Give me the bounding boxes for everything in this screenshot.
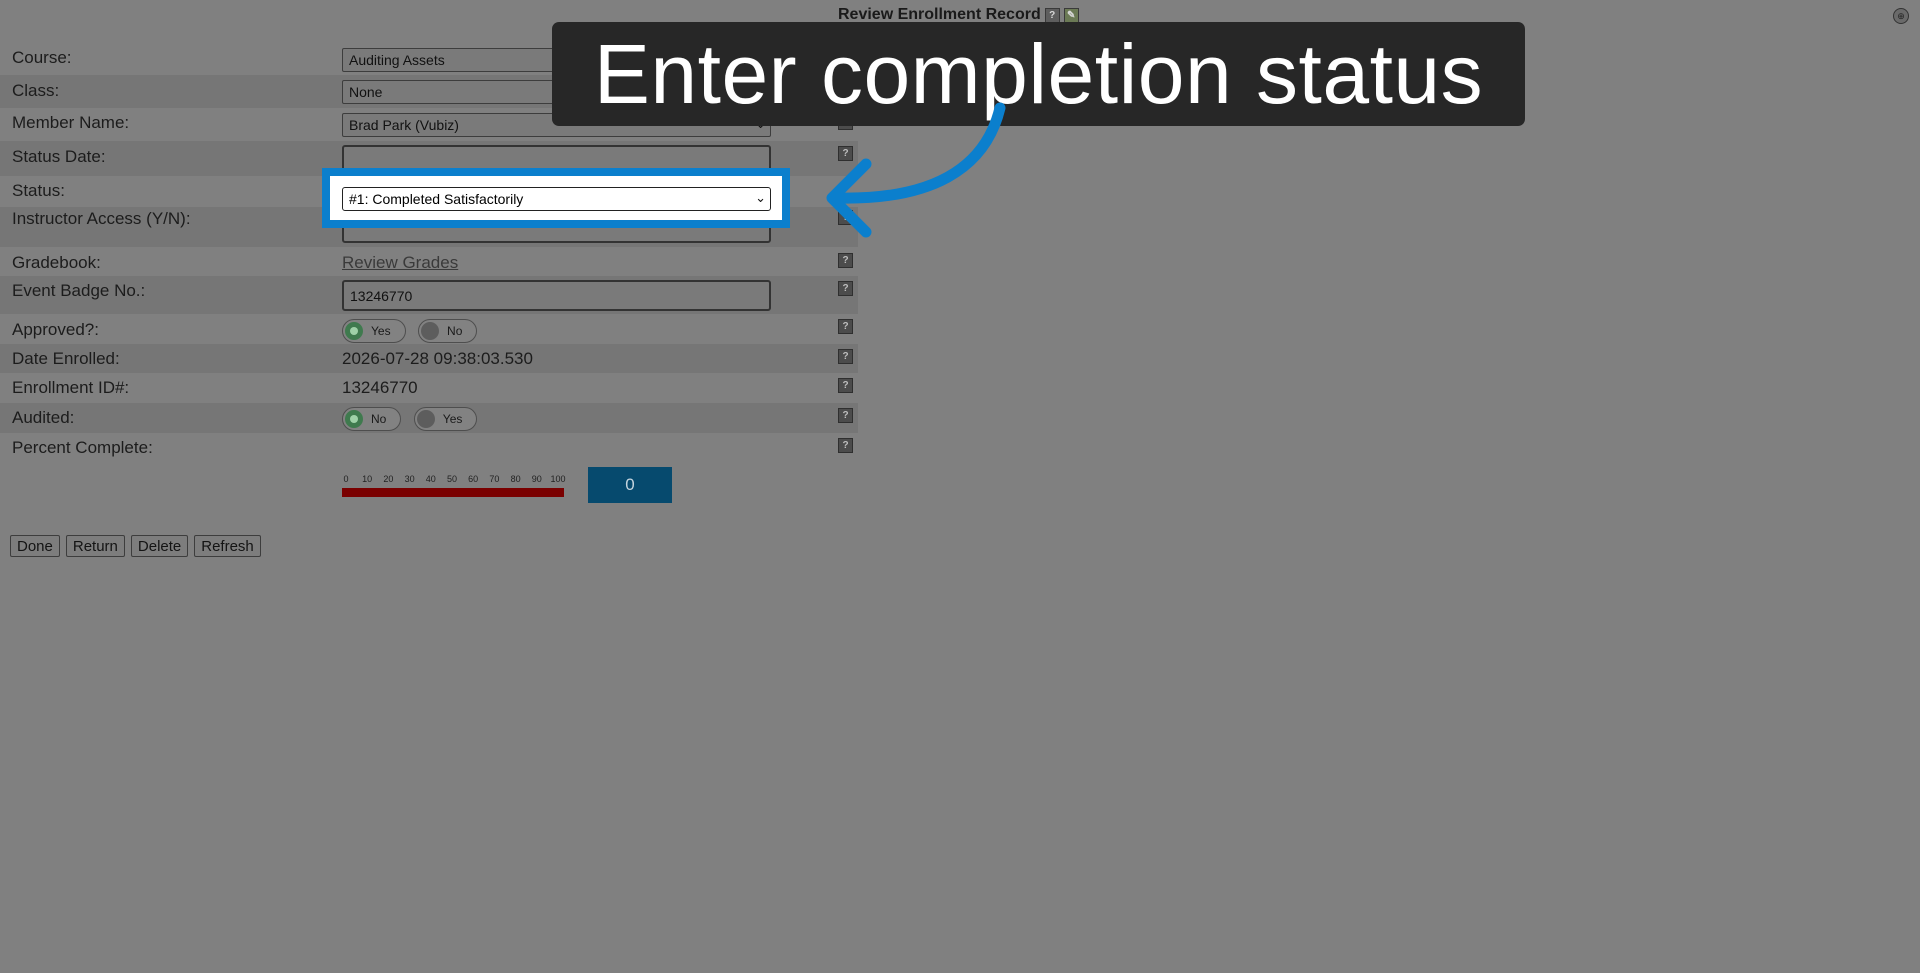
row-event-badge: Event Badge No.: 13246770 ?: [0, 276, 858, 314]
done-button[interactable]: Done: [10, 535, 60, 557]
review-grades-link[interactable]: Review Grades: [342, 253, 458, 273]
row-enrollment-id: Enrollment ID#: 13246770 ?: [0, 373, 858, 403]
approved-radio-group: Yes No: [342, 319, 485, 343]
audited-no-radio[interactable]: No: [342, 407, 402, 431]
status-select-value: #1: Completed Satisfactorily: [349, 191, 524, 207]
event-badge-label: Event Badge No.:: [12, 281, 146, 300]
help-icon[interactable]: ?: [838, 210, 853, 225]
approved-no-label: No: [447, 324, 463, 338]
event-badge-value: 13246770: [350, 288, 413, 304]
status-select[interactable]: #1: Completed Satisfactorily ⌄: [342, 187, 771, 211]
help-icon[interactable]: ?: [838, 281, 853, 296]
gradebook-label: Gradebook:: [12, 253, 101, 272]
radio-selected-icon: [345, 410, 363, 428]
percent-scale-bar: [342, 488, 564, 497]
delete-button[interactable]: Delete: [130, 535, 189, 557]
approved-no-radio[interactable]: No: [418, 319, 478, 343]
approved-yes-radio[interactable]: Yes: [342, 319, 406, 343]
percent-scale-tick: 0: [343, 474, 349, 484]
enrollment-id-label: Enrollment ID#:: [12, 378, 130, 397]
row-percent-complete: Percent Complete: ?: [0, 433, 858, 463]
tutorial-callout: Enter completion status: [552, 22, 1525, 126]
refresh-button[interactable]: Refresh: [194, 535, 261, 557]
row-date-enrolled: Date Enrolled: 2026-07-28 09:38:03.530 ?: [0, 344, 858, 373]
approved-yes-label: Yes: [371, 324, 391, 338]
date-enrolled-value: 2026-07-28 09:38:03.530: [342, 349, 533, 368]
percent-scale-tick: 80: [510, 474, 521, 484]
help-icon[interactable]: ?: [1044, 7, 1060, 23]
percent-scale-labels: 0 10 20 30 40 50 60 70 80 90 100: [342, 474, 566, 486]
percent-scale-tick: 50: [446, 474, 458, 484]
window-control-icon[interactable]: ⊕: [1893, 8, 1909, 24]
radio-selected-icon: [345, 322, 363, 340]
edit-icon[interactable]: ✎: [1063, 7, 1079, 23]
percent-scale-tick: 20: [383, 474, 394, 484]
row-approved: Approved?: Yes No ?: [0, 314, 858, 344]
help-icon[interactable]: ?: [838, 319, 853, 334]
course-label: Course:: [12, 48, 72, 67]
percent-scale-tick: 30: [404, 474, 415, 484]
percent-scale-tick: 40: [425, 474, 436, 484]
class-label: Class:: [12, 81, 60, 100]
date-enrolled-label: Date Enrolled:: [12, 349, 120, 368]
radio-unselected-icon: [416, 410, 435, 428]
radio-unselected-icon: [421, 322, 440, 340]
class-select-value: None: [349, 84, 383, 100]
help-icon[interactable]: ?: [838, 349, 853, 364]
action-buttons: Done Return Delete Refresh: [10, 535, 261, 557]
status-date-label: Status Date:: [12, 147, 106, 166]
member-name-label: Member Name:: [12, 113, 130, 132]
audited-radio-group: No Yes: [342, 407, 485, 431]
approved-label: Approved?:: [12, 320, 99, 339]
status-label: Status:: [12, 181, 65, 200]
instructor-access-label: Instructor Access (Y/N):: [12, 209, 191, 228]
chevron-down-icon: ⌄: [755, 190, 766, 205]
percent-scale-tick: 90: [531, 474, 542, 484]
help-icon[interactable]: ?: [838, 146, 853, 161]
course-select-value: Auditing Assets: [349, 52, 445, 68]
help-icon[interactable]: ?: [838, 408, 853, 423]
audited-yes-radio[interactable]: Yes: [413, 407, 478, 431]
enrollment-id-value: 13246770: [342, 378, 418, 397]
return-button[interactable]: Return: [65, 535, 125, 557]
percent-scale-tick: 60: [468, 474, 479, 484]
event-badge-input[interactable]: 13246770: [342, 280, 771, 311]
audited-yes-label: Yes: [442, 412, 463, 426]
help-icon[interactable]: ?: [838, 378, 853, 393]
help-icon[interactable]: ?: [838, 253, 853, 268]
row-gradebook: Gradebook: Review Grades ?: [0, 247, 858, 276]
member-name-select-value: Brad Park (Vubiz): [349, 117, 459, 133]
audited-no-label: No: [371, 412, 387, 426]
percent-scale-tick: 100: [550, 474, 566, 484]
help-icon[interactable]: ?: [838, 438, 853, 453]
audited-label: Audited:: [12, 408, 75, 427]
percent-scale-tick: 70: [489, 474, 500, 484]
percent-scale: 0 10 20 30 40 50 60 70 80 90 100: [342, 474, 566, 497]
percent-complete-label: Percent Complete:: [12, 438, 153, 457]
percent-complete-value: 0: [588, 467, 672, 503]
row-audited: Audited: No Yes ?: [0, 403, 858, 433]
percent-scale-tick: 10: [362, 474, 373, 484]
